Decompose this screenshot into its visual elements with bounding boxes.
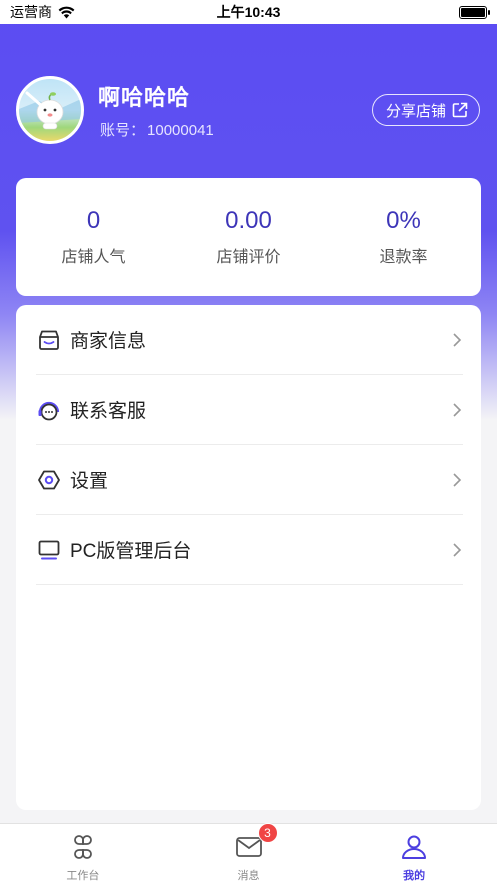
grid-icon [67, 831, 99, 863]
chevron-right-icon [453, 332, 462, 347]
avatar-image [19, 91, 81, 130]
tab-label: 工作台 [66, 870, 100, 882]
unread-badge: 3 [257, 823, 278, 843]
account-info: 账号： 10000041 [98, 119, 214, 140]
bottom-tab-bar: 工作台 3 消息 我的 [0, 823, 497, 883]
avatar[interactable] [16, 76, 84, 144]
account-label: 账号： [100, 122, 146, 139]
stat-value: 0.00 [225, 207, 272, 234]
settings-icon [36, 467, 62, 493]
stat-label: 店铺评价 [216, 249, 281, 266]
battery-icon [459, 5, 490, 19]
store-icon [36, 327, 62, 353]
stat-value: 0% [386, 207, 421, 234]
stat-value: 0 [86, 207, 101, 234]
menu-item-pc-admin[interactable]: PC版管理后台 [36, 515, 463, 585]
tab-mine[interactable]: 我的 [331, 824, 497, 883]
stat-label: 退款率 [379, 249, 428, 266]
tab-label: 我的 [403, 870, 426, 882]
stat-rating[interactable]: 0.00 店铺评价 [171, 207, 326, 267]
stat-label: 店铺人气 [61, 249, 126, 266]
mail-icon: 3 [233, 823, 278, 863]
stat-refund-rate[interactable]: 0% 退款率 [326, 207, 481, 267]
menu-item-label: 设置 [70, 471, 109, 492]
share-store-button[interactable]: 分享店铺 [371, 94, 480, 126]
menu-item-customer-service[interactable]: 联系客服 [36, 375, 463, 445]
user-icon [398, 831, 430, 863]
account-number: 10000041 [147, 122, 214, 139]
menu-item-merchant-info[interactable]: 商家信息 [36, 305, 463, 375]
chevron-right-icon [453, 542, 462, 557]
chevron-right-icon [453, 402, 462, 417]
tab-label: 消息 [237, 870, 260, 882]
wifi-icon [58, 6, 75, 18]
tab-workbench[interactable]: 工作台 [0, 824, 166, 883]
tab-messages[interactable]: 3 消息 [166, 823, 332, 883]
share-store-label: 分享店铺 [385, 102, 446, 120]
menu-card: 商家信息 联系客服 设置 PC版管理后台 [16, 305, 481, 810]
stats-card: 0 店铺人气 0.00 店铺评价 0% 退款率 [16, 178, 481, 296]
stat-popularity[interactable]: 0 店铺人气 [16, 207, 171, 267]
customer-service-icon [36, 397, 62, 423]
profile-name: 啊哈哈哈 [98, 85, 191, 110]
carrier-label: 运营商 [10, 4, 52, 20]
chevron-right-icon [453, 472, 462, 487]
menu-item-label: PC版管理后台 [70, 541, 192, 562]
external-link-icon [452, 102, 468, 118]
monitor-icon [36, 537, 62, 563]
status-bar: 运营商 上午10:43 [0, 0, 497, 24]
profile-section: 啊哈哈哈 账号： 10000041 [16, 76, 214, 144]
menu-item-label: 联系客服 [70, 401, 147, 422]
menu-item-settings[interactable]: 设置 [36, 445, 463, 515]
menu-item-label: 商家信息 [70, 331, 147, 352]
